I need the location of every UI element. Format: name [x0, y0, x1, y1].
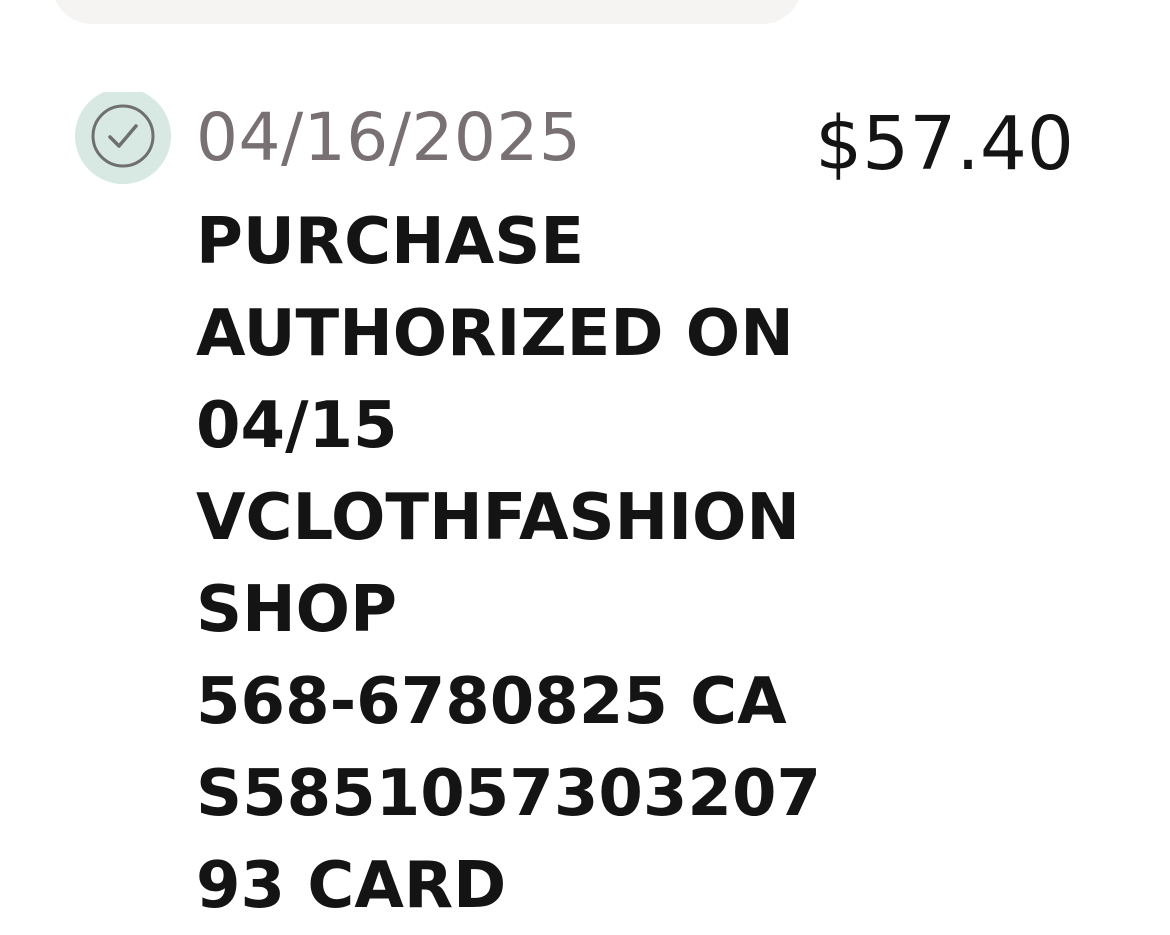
transaction-row[interactable]: 04/16/2025 $57.40 PURCHASE AUTHORIZED ON… — [0, 0, 1170, 935]
description-line: AUTHORIZED ON — [196, 297, 794, 371]
description-line: VCLOTHFASHION — [196, 481, 800, 555]
description-line: 04/15 — [196, 389, 398, 463]
description-line: 93 CARD — [196, 849, 507, 923]
description-line: PURCHASE — [196, 205, 585, 279]
transaction-date: 04/16/2025 — [196, 99, 582, 176]
check-circle-icon — [75, 92, 171, 188]
description-line: S5851057303207 — [196, 757, 821, 831]
description-line: SHOP — [196, 573, 397, 647]
transaction-description: PURCHASE AUTHORIZED ON 04/15 VCLOTHFASHI… — [196, 196, 821, 932]
description-line: 568-6780825 CA — [196, 665, 787, 739]
transaction-amount: $57.40 — [815, 101, 1074, 187]
